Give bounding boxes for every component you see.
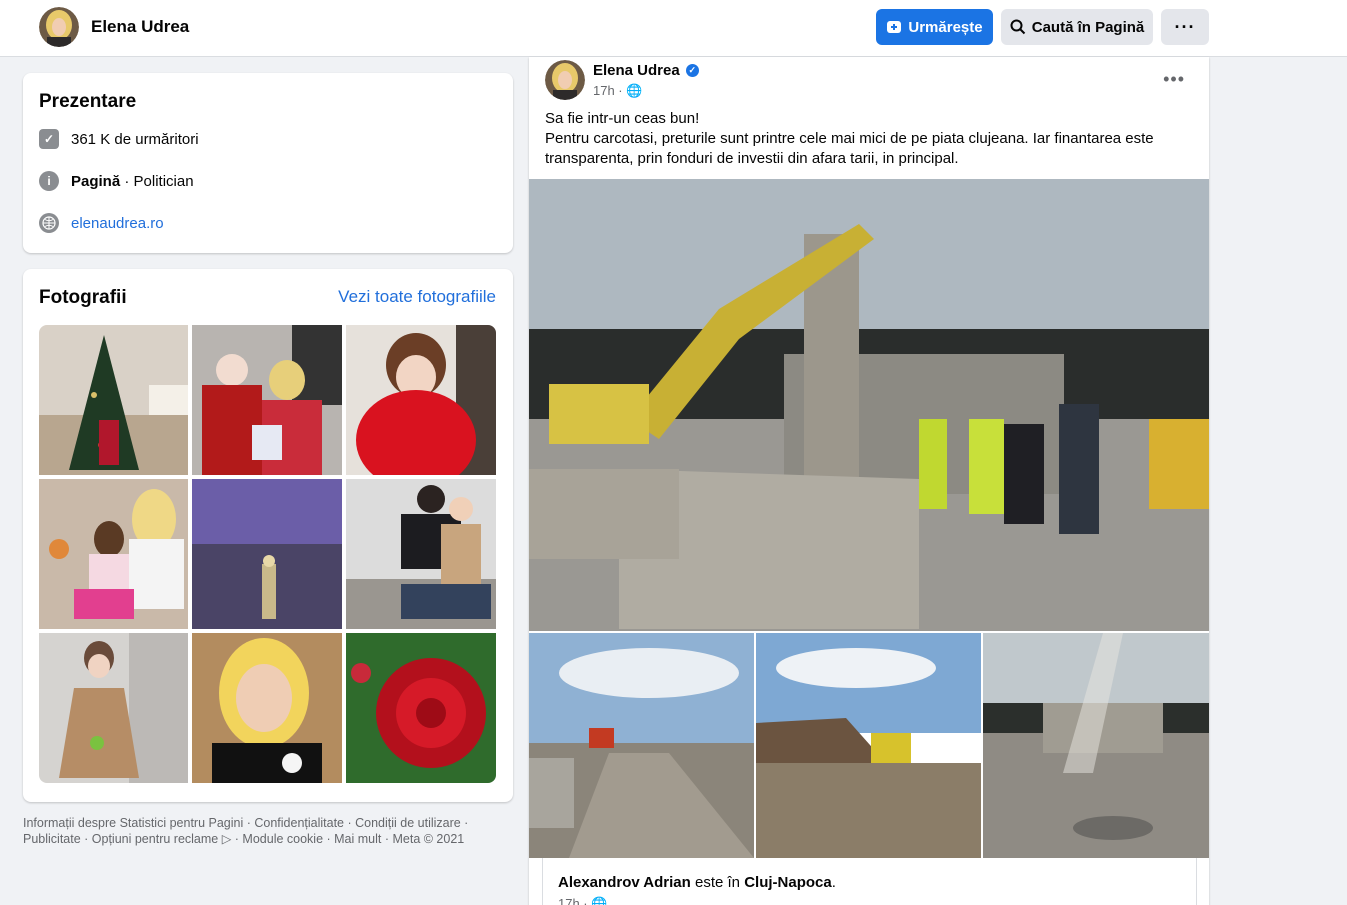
post-text: Sa fie intr-un ceas bun! Pentru carcotas… bbox=[545, 109, 1185, 169]
photo-christmas-tree[interactable] bbox=[39, 325, 188, 475]
post-thumbnails bbox=[529, 633, 1209, 858]
photo-santa[interactable] bbox=[192, 325, 342, 475]
page-avatar[interactable] bbox=[39, 7, 79, 47]
page-name[interactable]: Elena Udrea bbox=[91, 17, 189, 37]
post-author-avatar[interactable] bbox=[545, 60, 585, 100]
post-author: Elena Udrea ✓ bbox=[593, 62, 699, 79]
photo-national-day[interactable] bbox=[192, 479, 342, 629]
photos-card: Fotografii Vezi toate fotografiile bbox=[23, 269, 513, 802]
post-main-photo-excavator[interactable] bbox=[529, 179, 1209, 631]
post-timestamp[interactable]: 17h · 🌐 bbox=[593, 83, 642, 99]
website-link[interactable]: elenaudrea.ro bbox=[71, 215, 164, 232]
post-photo-road-site[interactable] bbox=[529, 633, 754, 858]
shared-post-info: Alexandrov Adrian este în Cluj-Napoca. bbox=[558, 874, 836, 891]
page-header: Elena Udrea Urmărește Caută în Pagină ··… bbox=[0, 0, 1347, 57]
follow-button[interactable]: Urmărește bbox=[876, 9, 993, 45]
search-icon bbox=[1010, 19, 1025, 35]
photo-child-red-coat[interactable] bbox=[346, 325, 496, 475]
photo-portrait[interactable] bbox=[192, 633, 342, 783]
photo-father-child[interactable] bbox=[346, 479, 496, 629]
category-value: · Politician bbox=[120, 172, 194, 190]
post-text-line2: Pentru carcotasi, preturile sunt printre… bbox=[545, 130, 1154, 167]
search-label: Caută în Pagină bbox=[1031, 18, 1145, 36]
globe-icon bbox=[39, 213, 59, 233]
shared-end-text: . bbox=[831, 874, 836, 891]
photo-red-peony[interactable] bbox=[346, 633, 496, 783]
page-footer: Informații despre Statistici pentru Pagi… bbox=[23, 815, 513, 847]
more-options-button[interactable]: ··· bbox=[1161, 9, 1209, 45]
footer-line1[interactable]: Informații despre Statistici pentru Pagi… bbox=[23, 815, 513, 831]
photo-grid bbox=[39, 325, 496, 783]
followers-row: ✓ 361 K de urmăritori bbox=[39, 129, 199, 149]
shared-mid-text: este în bbox=[690, 874, 745, 891]
followers-label: de urmăritori bbox=[110, 130, 199, 148]
follow-icon bbox=[887, 21, 902, 33]
category-prefix: Pagină bbox=[71, 172, 121, 190]
post-photo-foundation[interactable] bbox=[983, 633, 1209, 858]
info-icon: i bbox=[39, 171, 59, 191]
shared-place-name[interactable]: Cluj-Napoca bbox=[744, 874, 832, 891]
followers-icon: ✓ bbox=[39, 129, 59, 149]
website-row: elenaudrea.ro bbox=[39, 213, 164, 233]
shared-post-header: Alexandrov Adrian este în Cluj-Napoca. 1… bbox=[542, 858, 1197, 905]
post-photo-roller[interactable] bbox=[756, 633, 981, 858]
post-card: Elena Udrea ✓ 17h · 🌐 ••• Sa fie intr-un… bbox=[529, 57, 1209, 905]
photo-toys[interactable] bbox=[39, 479, 188, 629]
see-all-photos-link[interactable]: Vezi toate fotografiile bbox=[338, 287, 496, 307]
photos-title: Fotografii bbox=[39, 287, 127, 308]
verified-badge-icon: ✓ bbox=[685, 64, 699, 77]
shared-post-timestamp[interactable]: 17h · 🌐 bbox=[558, 896, 607, 905]
search-page-button[interactable]: Caută în Pagină bbox=[1001, 9, 1153, 45]
post-author-name[interactable]: Elena Udrea bbox=[593, 62, 680, 79]
category-row: i Pagină · Politician bbox=[39, 171, 194, 191]
shared-author-name[interactable]: Alexandrov Adrian bbox=[558, 874, 691, 891]
post-options-button[interactable]: ••• bbox=[1163, 69, 1185, 90]
intro-title: Prezentare bbox=[39, 91, 137, 112]
post-text-line1: Sa fie intr-un ceas bun! bbox=[545, 110, 700, 127]
follow-label: Urmărește bbox=[908, 18, 983, 36]
footer-line2[interactable]: Publicitate · Opțiuni pentru reclame ▷ ·… bbox=[23, 831, 513, 847]
intro-card: Prezentare ✓ 361 K de urmăritori i Pagin… bbox=[23, 73, 513, 253]
followers-count: 361 K bbox=[71, 130, 111, 148]
photo-child-trench-coat[interactable] bbox=[39, 633, 188, 783]
